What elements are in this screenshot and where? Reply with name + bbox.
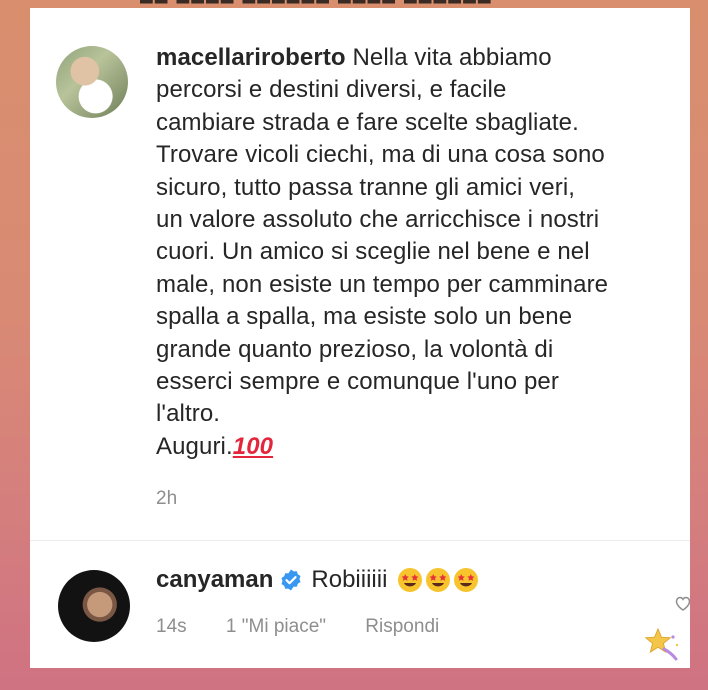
comment-username[interactable]: macellariroberto <box>156 44 346 71</box>
star-struck-emoji-icon <box>398 568 423 592</box>
comment-line: cuori. Un amico si sceglie nel bene e ne… <box>156 238 590 266</box>
macellariroberto-avatar[interactable] <box>56 46 128 118</box>
star-struck-emoji-icon <box>426 568 451 592</box>
comment-line: spalla a spalla, ma esiste solo un bene <box>156 303 573 331</box>
comment-line: un valore assoluto che arricchisce i nos… <box>156 206 600 234</box>
reply-username[interactable]: canyaman <box>156 566 273 594</box>
reply-button[interactable]: Rispondi <box>365 616 439 637</box>
comment-closing: Auguri. <box>156 432 233 460</box>
comment-line: l'altro. <box>156 400 221 428</box>
comment-line: sicuro, tutto passa tranne gli amici ver… <box>156 173 576 201</box>
comment-body: macellariroberto Nella vita abbiamo perc… <box>156 42 676 463</box>
cropped-top-text: ▀▀ ▀▀▀▀ ▀▀▀▀▀▀ ▀▀▀▀ ▀▀▀▀▀▀ <box>140 0 560 6</box>
comment-line: male, non esiste un tempo per camminare <box>156 270 609 298</box>
comment-line: esserci sempre e comunque l'uno per <box>156 368 559 396</box>
reply-meta: 14s 1 "Mi piace" Rispondi <box>156 616 473 638</box>
canyaman-avatar[interactable] <box>58 570 130 642</box>
comment-line: percorsi e destini diversi, e facile <box>156 76 507 104</box>
comment-line: Nella vita abbiamo <box>352 44 552 71</box>
comment-card: macellariroberto Nella vita abbiamo perc… <box>30 8 690 668</box>
reply-text: Robiiiiii <box>311 566 388 593</box>
reply-timestamp: 14s <box>156 616 187 637</box>
hundred-points-emoji-icon: 100 <box>232 432 274 460</box>
verified-badge-icon <box>281 569 301 591</box>
reply-likes-count[interactable]: 1 "Mi piace" <box>226 616 326 637</box>
reply-body: canyaman Robiiiiii <box>156 566 481 594</box>
divider <box>30 540 690 541</box>
comment-line: grande quanto prezioso, la volontà di <box>156 335 554 363</box>
comment-line: cambiare strada e fare scelte sbagliate. <box>156 108 579 136</box>
comment-timestamp: 2h <box>156 488 178 509</box>
star-struck-emoji-icon <box>454 568 479 592</box>
comment-line: Trovare vicoli ciechi, ma di una cosa so… <box>156 141 605 169</box>
heart-like-icon[interactable] <box>674 594 690 612</box>
sparkle-star-sticker-icon <box>644 627 679 661</box>
